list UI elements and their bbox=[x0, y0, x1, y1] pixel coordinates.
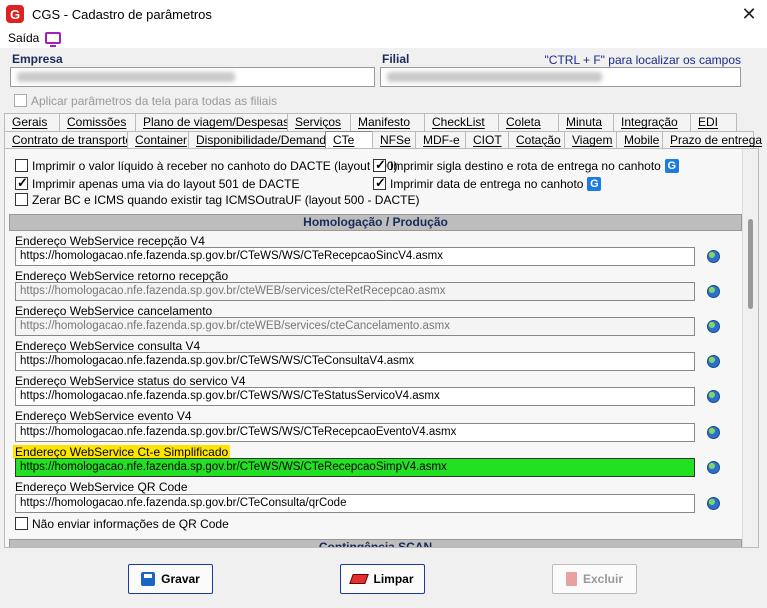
section-contingencia: Contingência SCAN bbox=[9, 539, 742, 547]
empresa-field[interactable] bbox=[10, 67, 375, 87]
opt-sigla-destino[interactable]: Imprimir sigla destino e rota de entrega… bbox=[373, 157, 679, 173]
tabs-row-2: Contrato de transporte Container Disponi… bbox=[4, 131, 762, 149]
tabs-row-1: Gerais Comissões Plano de viagem/Despesa… bbox=[4, 113, 737, 131]
valor-liquido-checkbox[interactable] bbox=[15, 159, 28, 173]
globe-icon[interactable] bbox=[707, 320, 720, 333]
monitor-icon[interactable] bbox=[45, 32, 62, 47]
recepcao-input[interactable]: https://homologacao.nfe.fazenda.sp.gov.b… bbox=[15, 247, 695, 266]
cte-panel: Imprimir o valor líquido à receber no ca… bbox=[4, 148, 759, 548]
scroll-area: Imprimir o valor líquido à receber no ca… bbox=[5, 149, 742, 547]
filial-field[interactable] bbox=[380, 67, 741, 87]
field-label-recepcao: Endereço WebService recepção V4 bbox=[15, 234, 205, 248]
title-bar: G CGS - Cadastro de parâmetros ✕ bbox=[0, 0, 767, 28]
evento-input[interactable]: https://homologacao.nfe.fazenda.sp.gov.b… bbox=[15, 423, 695, 442]
globe-icon[interactable] bbox=[707, 355, 720, 368]
qr-checkbox[interactable] bbox=[15, 517, 28, 531]
tab-servicos[interactable]: Serviços bbox=[287, 113, 351, 131]
uma-via-checkbox[interactable] bbox=[15, 175, 28, 191]
globe-icon[interactable] bbox=[707, 285, 720, 298]
scroll-thumb[interactable] bbox=[748, 219, 753, 309]
consulta-input[interactable]: https://homologacao.nfe.fazenda.sp.gov.b… bbox=[15, 352, 695, 371]
field-label-status: Endereço WebService status do servico V4 bbox=[15, 374, 246, 388]
globe-icon[interactable] bbox=[707, 426, 720, 439]
tab-nfse[interactable]: NFSe bbox=[372, 131, 416, 149]
section-homologacao: Homologação / Produção bbox=[9, 214, 742, 231]
g-info-icon[interactable]: G bbox=[664, 158, 679, 173]
tab-integracao[interactable]: Integração bbox=[613, 113, 691, 131]
opt-qr[interactable]: Não enviar informações de QR Code bbox=[15, 516, 229, 531]
tab-minuta[interactable]: Minuta bbox=[558, 113, 614, 131]
retorno-input[interactable]: https://homologacao.nfe.fazenda.sp.gov.b… bbox=[15, 282, 695, 301]
field-label-simplificado: Endereço WebService Ct-e Simplificado bbox=[13, 445, 231, 459]
qr-label: Não enviar informações de QR Code bbox=[32, 516, 229, 531]
field-label-qrcode: Endereço WebService QR Code bbox=[15, 480, 188, 494]
data-entrega-label: Imprimir data de entrega no canhoto bbox=[390, 176, 584, 191]
opt-uma-via[interactable]: Imprimir apenas uma via do layout 501 de… bbox=[15, 175, 300, 191]
tab-viagem[interactable]: Viagem bbox=[564, 131, 617, 149]
menu-bar: Saída bbox=[0, 28, 767, 48]
eraser-icon bbox=[349, 574, 370, 584]
gravar-label: Gravar bbox=[161, 572, 200, 586]
aplicar-label: Aplicar parâmetros da tela para todas as… bbox=[31, 93, 278, 108]
empresa-label: Empresa bbox=[12, 52, 63, 66]
trash-icon bbox=[565, 572, 577, 586]
tab-mobile[interactable]: Mobile bbox=[616, 131, 663, 149]
tab-edi[interactable]: EDI bbox=[690, 113, 737, 131]
vertical-scrollbar[interactable] bbox=[742, 149, 758, 547]
close-icon[interactable]: ✕ bbox=[739, 4, 759, 24]
tab-gerais[interactable]: Gerais bbox=[4, 113, 60, 131]
tab-cte[interactable]: CTe bbox=[325, 131, 373, 149]
sigla-destino-checkbox[interactable] bbox=[373, 157, 386, 173]
status-input[interactable]: https://homologacao.nfe.fazenda.sp.gov.b… bbox=[15, 387, 695, 406]
cancelamento-input[interactable]: https://homologacao.nfe.fazenda.sp.gov.b… bbox=[15, 317, 695, 336]
excluir-button[interactable]: Excluir bbox=[552, 564, 637, 594]
field-label-cancelamento: Endereço WebService cancelamento bbox=[15, 304, 213, 318]
window-title: CGS - Cadastro de parâmetros bbox=[32, 6, 212, 22]
aplicar-checkbox[interactable] bbox=[14, 94, 27, 108]
field-label-retorno: Endereço WebService retorno recepção bbox=[15, 269, 229, 283]
aplicar-checkbox-row[interactable]: Aplicar parâmetros da tela para todas as… bbox=[14, 93, 277, 108]
g-info-icon[interactable]: G bbox=[587, 176, 602, 191]
tab-disponibilidade[interactable]: Disponibilidade/Demanda bbox=[188, 131, 333, 149]
tab-plano-viagem[interactable]: Plano de viagem/Despesas bbox=[135, 113, 289, 131]
tab-prazo-entrega[interactable]: Prazo de entrega bbox=[662, 131, 762, 149]
tab-checklist[interactable]: CheckList bbox=[424, 113, 499, 131]
tab-contrato-transporte[interactable]: Contrato de transporte bbox=[4, 131, 132, 149]
zerar-bc-checkbox[interactable] bbox=[15, 193, 28, 207]
globe-icon[interactable] bbox=[707, 390, 720, 403]
opt-valor-liquido[interactable]: Imprimir o valor líquido à receber no ca… bbox=[15, 158, 398, 173]
globe-icon[interactable] bbox=[707, 250, 720, 263]
limpar-button[interactable]: Limpar bbox=[340, 564, 425, 594]
search-hint: "CTRL + F" para localizar os campos bbox=[544, 53, 741, 67]
data-entrega-checkbox[interactable] bbox=[373, 175, 386, 191]
field-label-consulta: Endereço WebService consulta V4 bbox=[15, 339, 201, 353]
limpar-label: Limpar bbox=[373, 572, 414, 586]
app-logo-icon: G bbox=[6, 5, 24, 23]
opt-zerar-bc[interactable]: Zerar BC e ICMS quando existir tag ICMSO… bbox=[15, 192, 419, 207]
excluir-label: Excluir bbox=[582, 572, 624, 586]
gravar-button[interactable]: Gravar bbox=[128, 564, 213, 594]
opt-data-entrega[interactable]: Imprimir data de entrega no canhotoG bbox=[373, 175, 602, 191]
tab-ciot[interactable]: CIOT bbox=[465, 131, 509, 149]
valor-liquido-label: Imprimir o valor líquido à receber no ca… bbox=[32, 158, 398, 173]
uma-via-label: Imprimir apenas uma via do layout 501 de… bbox=[32, 176, 300, 191]
tab-manifesto[interactable]: Manifesto bbox=[350, 113, 425, 131]
tab-mdfe[interactable]: MDF-e bbox=[415, 131, 466, 149]
menu-saida[interactable]: Saída bbox=[8, 31, 39, 45]
qrcode-input[interactable]: https://homologacao.nfe.fazenda.sp.gov.b… bbox=[15, 494, 695, 513]
globe-icon[interactable] bbox=[707, 497, 720, 510]
sigla-destino-label: Imprimir sigla destino e rota de entrega… bbox=[390, 158, 661, 173]
zerar-bc-label: Zerar BC e ICMS quando existir tag ICMSO… bbox=[32, 192, 420, 207]
save-icon bbox=[141, 572, 156, 586]
simplificado-input[interactable]: https://homologacao.nfe.fazenda.sp.gov.b… bbox=[15, 458, 695, 477]
tab-cotacao[interactable]: Cotação bbox=[508, 131, 565, 149]
tab-coleta[interactable]: Coleta bbox=[498, 113, 559, 131]
filial-label: Filial bbox=[382, 52, 410, 66]
tab-container[interactable]: Container bbox=[127, 131, 189, 149]
globe-icon[interactable] bbox=[707, 461, 720, 474]
tab-comissoes[interactable]: Comissões bbox=[59, 113, 136, 131]
field-label-evento: Endereço WebService evento V4 bbox=[15, 409, 192, 423]
